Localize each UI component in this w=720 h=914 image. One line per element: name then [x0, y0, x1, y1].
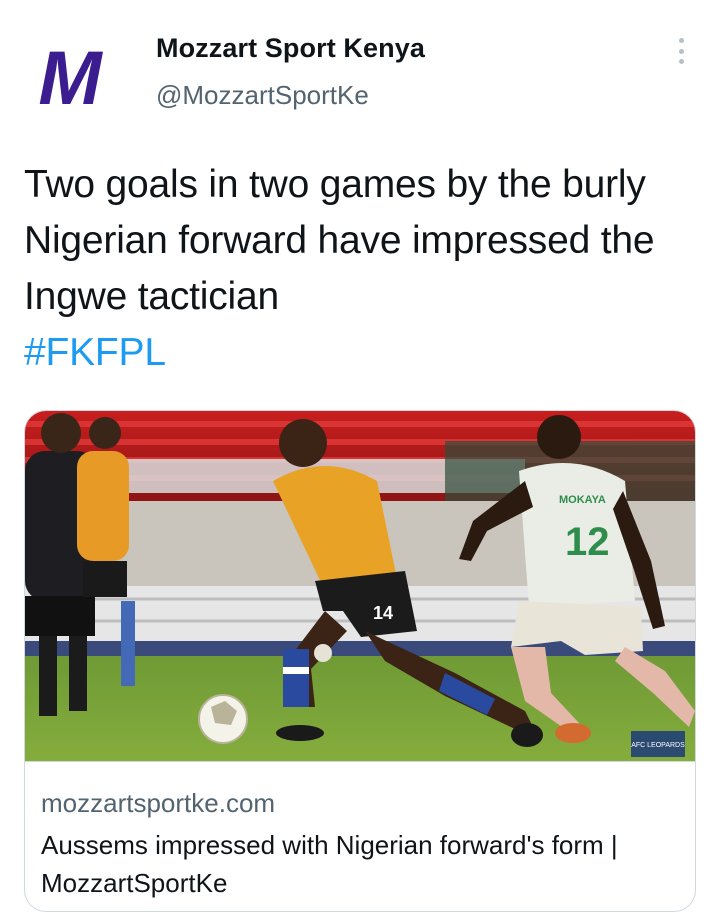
display-name[interactable]: Mozzart Sport Kenya — [156, 30, 425, 66]
account-names: Mozzart Sport Kenya @MozzartSportKe — [156, 30, 425, 114]
football-ball — [198, 694, 248, 744]
more-vertical-icon-dot-2 — [678, 48, 684, 54]
tweet-header: M Mozzart Sport Kenya @MozzartSportKe — [0, 0, 720, 140]
tweet-text: Two goals in two games by the burly Nige… — [24, 163, 655, 318]
account-handle[interactable]: @MozzartSportKe — [156, 76, 425, 114]
more-vertical-icon — [678, 38, 684, 43]
player-number: 14 — [373, 603, 393, 623]
avatar[interactable]: M — [28, 24, 138, 124]
tweet-body: Two goals in two games by the burly Nige… — [24, 157, 704, 381]
football-photo: 14 MOKAYA 12 AFC LEOPARDS — [25, 411, 695, 761]
card-footer[interactable]: mozzartsportke.com Aussems impressed wit… — [25, 761, 695, 911]
badge-text: AFC LEOPARDS — [631, 742, 685, 749]
link-card[interactable]: 14 MOKAYA 12 AFC LEOPARDS mozzartsportke… — [24, 410, 696, 912]
shirt-name: MOKAYA — [559, 494, 606, 506]
hashtag-link[interactable]: #FKFPL — [24, 331, 166, 374]
background-ball — [314, 644, 332, 662]
club-badge: AFC LEOPARDS — [631, 731, 685, 757]
more-options-button[interactable] — [676, 38, 686, 64]
card-title: Aussems impressed with Nigerian forward'… — [41, 830, 618, 898]
card-image[interactable]: 14 MOKAYA 12 AFC LEOPARDS — [25, 411, 695, 761]
card-domain: mozzartsportke.com — [41, 788, 276, 818]
shirt-number: 12 — [565, 520, 610, 564]
more-vertical-icon-dot-3 — [678, 59, 684, 64]
mozzart-logo-icon: M — [38, 36, 103, 116]
avatar-letter: M — [38, 36, 103, 116]
